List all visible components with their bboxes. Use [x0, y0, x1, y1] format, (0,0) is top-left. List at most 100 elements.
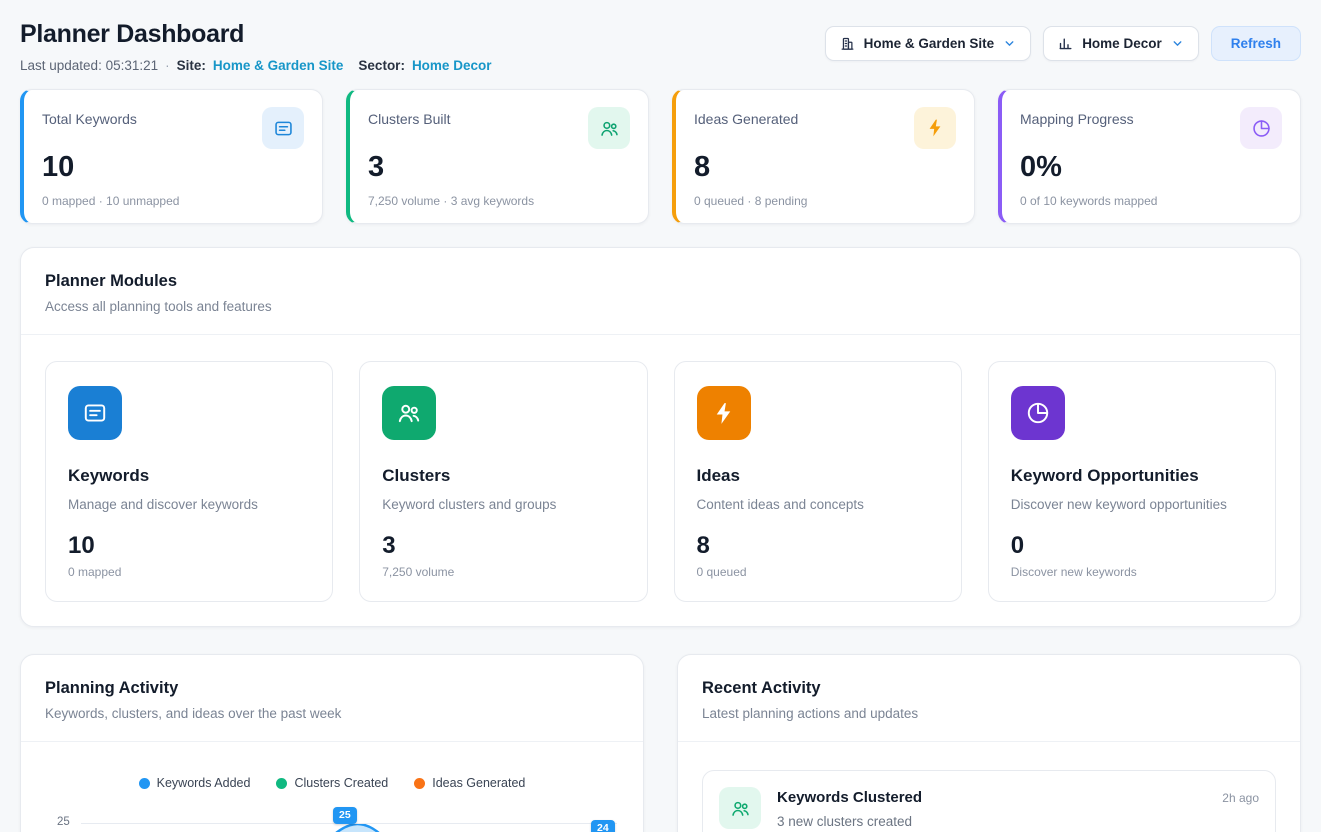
divider — [21, 741, 643, 742]
planner-modules-panel: Planner Modules Access all planning tool… — [20, 247, 1301, 627]
module-description: Discover new keyword opportunities — [1011, 497, 1253, 512]
stat-value: 3 — [368, 151, 630, 184]
module-title: Keyword Opportunities — [1011, 466, 1253, 486]
module-card-clusters[interactable]: Clusters Keyword clusters and groups 3 7… — [359, 361, 647, 602]
module-title: Ideas — [697, 466, 939, 486]
activity-item-text: Keywords Clustered 3 new clusters create… — [777, 787, 922, 829]
sector-selector-dropdown[interactable]: Home Decor — [1043, 26, 1199, 61]
stats-row: Total Keywords 10 0 mapped · 10 unmapped… — [20, 89, 1301, 224]
stat-value: 0% — [1020, 151, 1282, 184]
stat-detail: 0 mapped · 10 unmapped — [42, 194, 304, 208]
module-detail: 0 mapped — [68, 565, 310, 579]
header-meta: Last updated: 05:31:21 · Site: Home & Ga… — [20, 58, 491, 73]
page-title: Planner Dashboard — [20, 20, 491, 49]
data-point-label: 24 — [591, 820, 615, 832]
modules-title: Planner Modules — [45, 272, 1276, 291]
stat-detail: 0 queued · 8 pending — [694, 194, 956, 208]
stat-label: Clusters Built — [368, 107, 450, 127]
building-icon — [840, 36, 855, 51]
stat-detail: 7,250 volume · 3 avg keywords — [368, 194, 630, 208]
legend-dot-orange — [414, 778, 425, 789]
activity-item-timestamp: 2h ago — [1222, 787, 1259, 805]
stat-label: Ideas Generated — [694, 107, 798, 127]
site-label: Site: — [177, 58, 206, 73]
data-point-label: 25 — [333, 807, 357, 824]
modules-grid: Keywords Manage and discover keywords 10… — [45, 361, 1276, 602]
stat-label: Total Keywords — [42, 107, 137, 127]
bottom-row: Planning Activity Keywords, clusters, an… — [20, 631, 1301, 832]
modules-subtitle: Access all planning tools and features — [45, 299, 1276, 314]
legend-item-keywords-added: Keywords Added — [139, 776, 251, 790]
divider — [678, 741, 1300, 742]
divider — [21, 334, 1300, 335]
planning-activity-card: Planning Activity Keywords, clusters, an… — [20, 654, 644, 832]
legend-label: Clusters Created — [294, 776, 388, 790]
planner-dashboard-page: Planner Dashboard Last updated: 05:31:21… — [0, 0, 1321, 832]
last-updated-text: Last updated: 05:31:21 — [20, 58, 158, 73]
document-lines-icon — [68, 386, 122, 440]
chart-legend: Keywords Added Clusters Created Ideas Ge… — [45, 776, 619, 790]
activity-line-chart: 25 25 24 — [45, 806, 619, 832]
sector-label: Sector: — [358, 58, 405, 73]
pie-chart-icon — [1011, 386, 1065, 440]
stat-value: 8 — [694, 151, 956, 184]
recent-activity-title: Recent Activity — [702, 679, 1276, 698]
sector-link[interactable]: Home Decor — [412, 58, 492, 73]
header-left: Planner Dashboard Last updated: 05:31:21… — [20, 20, 491, 73]
module-card-ideas[interactable]: Ideas Content ideas and concepts 8 0 que… — [674, 361, 962, 602]
users-icon — [588, 107, 630, 149]
module-description: Manage and discover keywords — [68, 497, 310, 512]
refresh-button[interactable]: Refresh — [1211, 26, 1301, 61]
users-icon — [382, 386, 436, 440]
site-selector-value: Home & Garden Site — [864, 36, 995, 51]
chevron-down-icon — [1003, 37, 1016, 50]
stat-card-mapping-progress: Mapping Progress 0% 0 of 10 keywords map… — [998, 89, 1301, 224]
stat-card-clusters-built: Clusters Built 3 7,250 volume · 3 avg ke… — [346, 89, 649, 224]
legend-label: Keywords Added — [157, 776, 251, 790]
keywords-added-series-line — [79, 824, 619, 832]
chevron-down-icon — [1171, 37, 1184, 50]
stat-label: Mapping Progress — [1020, 107, 1134, 127]
planning-activity-subtitle: Keywords, clusters, and ideas over the p… — [45, 706, 619, 721]
legend-dot-green — [276, 778, 287, 789]
planning-activity-title: Planning Activity — [45, 679, 619, 698]
header-controls: Home & Garden Site Home Decor Refresh — [825, 26, 1301, 61]
module-title: Keywords — [68, 466, 310, 486]
site-link[interactable]: Home & Garden Site — [213, 58, 344, 73]
y-axis-tick: 25 — [57, 816, 70, 828]
module-description: Keyword clusters and groups — [382, 497, 624, 512]
activity-list-item: Keywords Clustered 3 new clusters create… — [702, 770, 1276, 832]
meta-separator: · — [165, 58, 170, 73]
module-description: Content ideas and concepts — [697, 497, 939, 512]
recent-activity-subtitle: Latest planning actions and updates — [702, 706, 1276, 721]
legend-item-clusters-created: Clusters Created — [276, 776, 388, 790]
users-icon — [719, 787, 761, 829]
module-detail: 0 queued — [697, 565, 939, 579]
legend-item-ideas-generated: Ideas Generated — [414, 776, 525, 790]
module-card-keywords[interactable]: Keywords Manage and discover keywords 10… — [45, 361, 333, 602]
module-value: 3 — [382, 532, 624, 560]
document-lines-icon — [262, 107, 304, 149]
stat-detail: 0 of 10 keywords mapped — [1020, 194, 1282, 208]
sector-selector-value: Home Decor — [1082, 36, 1162, 51]
module-title: Clusters — [382, 466, 624, 486]
stat-value: 10 — [42, 151, 304, 184]
bar-chart-icon — [1058, 36, 1073, 51]
pie-chart-icon — [1240, 107, 1282, 149]
header: Planner Dashboard Last updated: 05:31:21… — [20, 20, 1301, 73]
module-detail: Discover new keywords — [1011, 565, 1253, 579]
activity-item-description: 3 new clusters created — [777, 814, 922, 829]
legend-dot-blue — [139, 778, 150, 789]
stat-card-ideas-generated: Ideas Generated 8 0 queued · 8 pending — [672, 89, 975, 224]
site-selector-dropdown[interactable]: Home & Garden Site — [825, 26, 1032, 61]
module-card-keyword-opportunities[interactable]: Keyword Opportunities Discover new keywo… — [988, 361, 1276, 602]
module-value: 10 — [68, 532, 310, 560]
module-detail: 7,250 volume — [382, 565, 624, 579]
lightning-icon — [697, 386, 751, 440]
stat-card-total-keywords: Total Keywords 10 0 mapped · 10 unmapped — [20, 89, 323, 224]
module-value: 8 — [697, 532, 939, 560]
recent-activity-card: Recent Activity Latest planning actions … — [677, 654, 1301, 832]
module-value: 0 — [1011, 532, 1253, 560]
legend-label: Ideas Generated — [432, 776, 525, 790]
lightning-icon — [914, 107, 956, 149]
